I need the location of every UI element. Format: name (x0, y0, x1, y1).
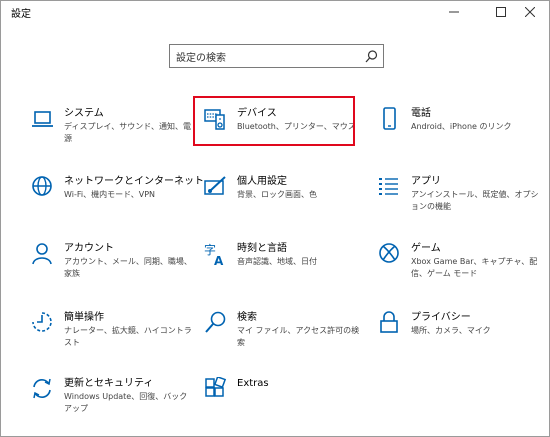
lock-icon (380, 311, 398, 333)
tile-name: アカウント (64, 243, 114, 254)
tile-description: Android、iPhone のリンク (411, 122, 512, 131)
tile-description: ディスプレイ、サウンド、通知、電源 (64, 122, 191, 143)
magnifier-icon (205, 311, 226, 333)
tile-name: システム (64, 108, 104, 119)
laptop-icon (32, 111, 53, 127)
tile-name: 更新とセキュリティ (64, 378, 154, 389)
tile-apps[interactable]: アプリ アンインストール、既定値、オプションの機能 (378, 175, 539, 219)
tile-description: Xbox Game Bar、キャプチャ、配信、ゲーム モード (411, 257, 538, 278)
app-list-icon (379, 178, 398, 195)
tile-description: アンインストール、既定値、オプションの機能 (411, 190, 539, 211)
tile-gaming[interactable]: ゲーム Xbox Game Bar、キャプチャ、配信、ゲーム モード (378, 242, 538, 286)
tile-personalization[interactable]: 個人用設定 背景、ロック画面、色 (204, 175, 364, 219)
tile-update-security[interactable]: 更新とセキュリティ Windows Update、回復、バックアップ (31, 377, 191, 421)
tile-description: 場所、カメラ、マイク (411, 326, 491, 335)
tile-system[interactable]: システム ディスプレイ、サウンド、通知、電源 (31, 107, 191, 151)
phone-icon (383, 107, 396, 130)
tile-name: 個人用設定 (237, 176, 287, 187)
tile-description: 音声認識、地域、日付 (237, 257, 317, 266)
refresh-icon (33, 378, 51, 399)
tile-name: ゲーム (411, 243, 441, 254)
tile-name: 検索 (237, 312, 257, 323)
minimize-button[interactable] (435, 1, 473, 23)
tile-time-language[interactable]: 字 A 時刻と言語 音声認識、地域、日付 (204, 242, 364, 286)
tile-search[interactable]: 検索 マイ ファイル、アクセス許可の検索 (204, 311, 364, 355)
title-bar: 設定 (1, 1, 549, 23)
search-placeholder: 設定の検索 (176, 53, 226, 64)
minimize-icon (449, 11, 459, 13)
ease-of-access-icon (32, 312, 52, 332)
xbox-icon (379, 243, 399, 263)
tile-description: 背景、ロック画面、色 (237, 190, 317, 199)
tile-name: 電話 (411, 108, 431, 119)
tile-ease-of-access[interactable]: 簡単操作 ナレーター、拡大鏡、ハイコントラスト (31, 311, 192, 355)
svg-text:A: A (214, 254, 224, 268)
tile-network[interactable]: ネットワークとインターネット Wi-Fi、機内モード、VPN (31, 175, 204, 219)
tile-name: 時刻と言語 (237, 243, 287, 254)
settings-search-box[interactable]: 設定の検索 (169, 44, 384, 68)
close-button[interactable] (511, 1, 549, 23)
extras-blocks-icon (205, 377, 227, 397)
tile-name: 簡単操作 (64, 312, 104, 323)
tile-description: Windows Update、回復、バックアップ (64, 392, 188, 413)
globe-icon (32, 176, 52, 196)
language-icon: 字 A (204, 242, 224, 268)
tile-name: アプリ (411, 176, 441, 187)
tile-description: ナレーター、拡大鏡、ハイコントラスト (64, 326, 192, 347)
close-icon (525, 7, 535, 17)
tile-description: マイ ファイル、アクセス許可の検索 (237, 326, 360, 347)
devices-highlight-box (193, 96, 355, 146)
maximize-icon (496, 7, 506, 17)
tile-accounts[interactable]: アカウント アカウント、メール、同期、職場、家族 (31, 242, 192, 286)
tile-description: アカウント、メール、同期、職場、家族 (64, 257, 192, 278)
tile-phone[interactable]: 電話 Android、iPhone のリンク (378, 107, 538, 151)
tile-extras[interactable]: Extras (204, 377, 364, 421)
tile-privacy[interactable]: プライバシー 場所、カメラ、マイク (378, 311, 538, 355)
paint-brush-monitor-icon (204, 176, 226, 195)
window-title: 設定 (11, 9, 31, 20)
settings-window: 設定 設定の検索 システム ディスプレイ、サウンド、通知、電源 デバイス Blu… (0, 0, 550, 437)
search-icon[interactable] (365, 50, 378, 63)
tile-name: Extras (237, 378, 269, 389)
person-icon (32, 243, 52, 265)
tile-description: Wi-Fi、機内モード、VPN (64, 190, 156, 199)
tile-name: ネットワークとインターネット (64, 176, 204, 187)
tile-name: プライバシー (411, 312, 471, 323)
